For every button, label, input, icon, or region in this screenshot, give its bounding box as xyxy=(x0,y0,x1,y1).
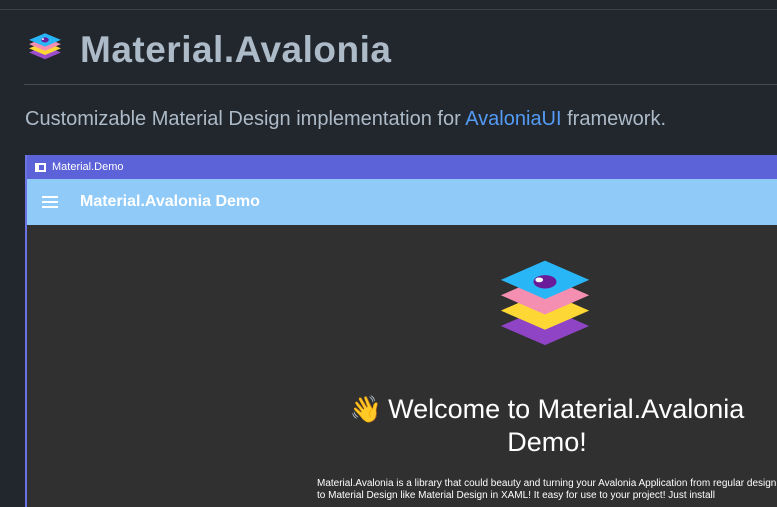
layered-stack-logo-icon xyxy=(29,33,61,60)
readme-title: Material.Avalonia xyxy=(80,29,392,70)
layered-stack-logo-icon xyxy=(500,260,590,346)
hamburger-menu-icon[interactable] xyxy=(42,196,58,208)
description-suffix: framework. xyxy=(561,108,667,130)
window-titlebar: Material.Demo xyxy=(27,155,777,179)
welcome-heading-text: Welcome to Material.Avalonia Demo! xyxy=(388,394,745,457)
app-bar: Material.Avalonia Demo xyxy=(27,179,777,225)
welcome-heading: 👋 Welcome to Material.Avalonia Demo! xyxy=(327,393,767,459)
demo-content: 👋 Welcome to Material.Avalonia Demo! Mate… xyxy=(27,225,777,507)
intro-paragraph: Material.Avalonia is a library that coul… xyxy=(317,478,777,501)
readme-description: Customizable Material Design implementat… xyxy=(25,108,666,131)
window-title: Material.Demo xyxy=(52,161,124,173)
waving-hand-icon: 👋 xyxy=(349,394,383,424)
top-divider xyxy=(0,9,777,10)
demo-screenshot-window: Material.Demo Material.Avalonia Demo 👋 We… xyxy=(25,155,777,507)
header-rule xyxy=(24,84,777,85)
window-icon xyxy=(35,162,46,172)
app-bar-title: Material.Avalonia Demo xyxy=(80,193,260,210)
description-prefix: Customizable Material Design implementat… xyxy=(25,108,466,130)
avaloniaui-link[interactable]: AvaloniaUI xyxy=(465,108,561,130)
readme-header: Material.Avalonia xyxy=(24,24,391,76)
